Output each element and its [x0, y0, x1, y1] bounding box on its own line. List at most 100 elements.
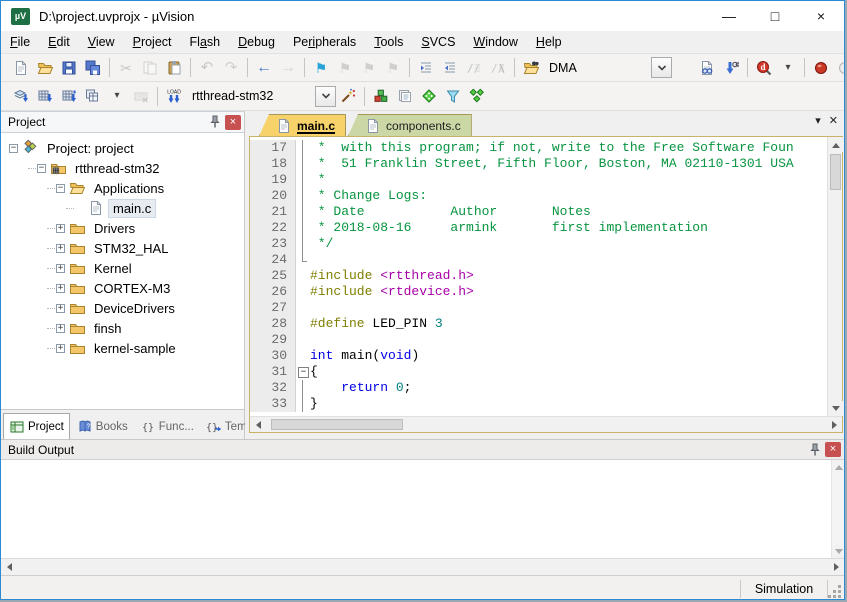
bookmark-prev-button[interactable]: ⚑: [357, 57, 381, 79]
cut-button[interactable]: ✂: [114, 57, 138, 79]
debug-session-button[interactable]: d: [752, 57, 776, 79]
menu-help[interactable]: Help: [527, 32, 571, 52]
copy-button[interactable]: [138, 57, 162, 79]
minimize-button[interactable]: —: [706, 1, 752, 31]
tree-item-project-project[interactable]: −Project: project: [1, 138, 244, 158]
filter-button[interactable]: [441, 85, 465, 107]
line-number[interactable]: 24: [250, 252, 296, 268]
scroll-left-icon[interactable]: [250, 417, 265, 432]
menu-window[interactable]: Window: [464, 32, 526, 52]
tree-expander-plus-icon[interactable]: +: [56, 284, 65, 293]
line-number[interactable]: 18: [250, 156, 296, 172]
resize-grip[interactable]: [828, 576, 844, 600]
maximize-button[interactable]: □: [752, 1, 798, 31]
pack-installer-button[interactable]: [465, 85, 489, 107]
tree-item-main-c[interactable]: main.c: [1, 198, 244, 218]
tree-item-rtthread-stm32[interactable]: −rtthread-stm32: [1, 158, 244, 178]
line-number[interactable]: 33: [250, 396, 296, 412]
breakpoint-disable-button[interactable]: [833, 57, 844, 79]
find-in-files-button[interactable]: [695, 57, 719, 79]
line-number[interactable]: 29: [250, 332, 296, 348]
tree-expander-plus-icon[interactable]: +: [56, 244, 65, 253]
line-number[interactable]: 23: [250, 236, 296, 252]
line-number[interactable]: 20: [250, 188, 296, 204]
tree-expander-minus-icon[interactable]: −: [37, 164, 46, 173]
menu-view[interactable]: View: [79, 32, 124, 52]
editor-vertical-scrollbar[interactable]: [827, 137, 842, 416]
panel-tab-func[interactable]: {}Func...: [135, 415, 199, 439]
line-number[interactable]: 28: [250, 316, 296, 332]
tab-components-c[interactable]: components.c: [348, 114, 472, 136]
tree-item-kernel[interactable]: +Kernel: [1, 258, 244, 278]
line-number[interactable]: 22: [250, 220, 296, 236]
target-dropdown-button[interactable]: [315, 86, 336, 107]
tree-item-kernel-sample[interactable]: +kernel-sample: [1, 338, 244, 358]
line-number[interactable]: 27: [250, 300, 296, 316]
scroll-down-icon[interactable]: [832, 545, 845, 558]
open-file-button[interactable]: [33, 57, 57, 79]
tree-expander-plus-icon[interactable]: +: [56, 304, 65, 313]
search-dropdown-button[interactable]: [651, 57, 672, 78]
search-combo[interactable]: [543, 57, 695, 79]
build-output-pin-button[interactable]: [806, 442, 823, 458]
save-button[interactable]: [57, 57, 81, 79]
line-number[interactable]: 17: [250, 140, 296, 156]
component-viewer-button[interactable]: [417, 85, 441, 107]
indent-button[interactable]: [414, 57, 438, 79]
find-in-files-folder-button[interactable]: [519, 57, 543, 79]
project-pin-button[interactable]: [206, 114, 223, 130]
scroll-right-icon[interactable]: [827, 417, 842, 432]
build-output-close-button[interactable]: ×: [825, 442, 841, 457]
menu-peripherals[interactable]: Peripherals: [284, 32, 365, 52]
line-number[interactable]: 32: [250, 380, 296, 396]
tree-expander-minus-icon[interactable]: −: [9, 144, 18, 153]
stop-build-button[interactable]: [129, 85, 153, 107]
target-options-button[interactable]: [336, 85, 360, 107]
document-list-button[interactable]: ▾: [815, 116, 821, 127]
tree-item-cortex-m3[interactable]: +CORTEX-M3: [1, 278, 244, 298]
paste-button[interactable]: [162, 57, 186, 79]
new-file-button[interactable]: [9, 57, 33, 79]
tree-expander-plus-icon[interactable]: +: [56, 324, 65, 333]
tree-item-finsh[interactable]: +finsh: [1, 318, 244, 338]
download-button[interactable]: LOAD: [162, 85, 186, 107]
undo-button[interactable]: ↶: [195, 57, 219, 79]
editor-horizontal-scrollbar[interactable]: [250, 416, 842, 432]
outdent-button[interactable]: [438, 57, 462, 79]
batch-caret-button[interactable]: ▾: [105, 85, 129, 107]
build-button[interactable]: [33, 85, 57, 107]
redo-button[interactable]: ↷: [219, 57, 243, 79]
debug-caret-button[interactable]: ▾: [776, 57, 800, 79]
tree-expander-plus-icon[interactable]: +: [56, 264, 65, 273]
line-number[interactable]: 19: [250, 172, 296, 188]
bookmark-toggle-button[interactable]: ⚑: [309, 57, 333, 79]
tab-main-c[interactable]: main.c: [259, 114, 346, 136]
line-number[interactable]: 21: [250, 204, 296, 220]
line-number[interactable]: 31: [250, 364, 296, 380]
incremental-find-button[interactable]: [719, 57, 743, 79]
code-editor[interactable]: 17 * with this program; if not, write to…: [250, 137, 827, 416]
menu-flash[interactable]: Flash: [181, 32, 230, 52]
bookmark-next-button[interactable]: ⚑: [333, 57, 357, 79]
build-output-vertical-scrollbar[interactable]: [831, 460, 844, 558]
rebuild-button[interactable]: [57, 85, 81, 107]
menu-debug[interactable]: Debug: [229, 32, 284, 52]
horizontal-scroll-thumb[interactable]: [271, 419, 403, 430]
search-input[interactable]: [543, 60, 647, 76]
fold-collapse-icon[interactable]: [296, 364, 310, 380]
panel-tab-project[interactable]: Project: [3, 413, 70, 439]
nav-back-button[interactable]: ←: [252, 57, 276, 79]
tree-expander-plus-icon[interactable]: +: [56, 224, 65, 233]
project-close-button[interactable]: ×: [225, 115, 241, 130]
scroll-down-icon[interactable]: [828, 401, 843, 416]
tree-item-drivers[interactable]: +Drivers: [1, 218, 244, 238]
line-number[interactable]: 26: [250, 284, 296, 300]
tree-item-stm32-hal[interactable]: +STM32_HAL: [1, 238, 244, 258]
scroll-left-icon[interactable]: [1, 560, 16, 575]
uncomment-button[interactable]: //: [486, 57, 510, 79]
menu-edit[interactable]: Edit: [39, 32, 79, 52]
comment-button[interactable]: //: [462, 57, 486, 79]
tree-item-devicedrivers[interactable]: +DeviceDrivers: [1, 298, 244, 318]
translate-button[interactable]: [9, 85, 33, 107]
scroll-up-icon[interactable]: [832, 460, 845, 473]
